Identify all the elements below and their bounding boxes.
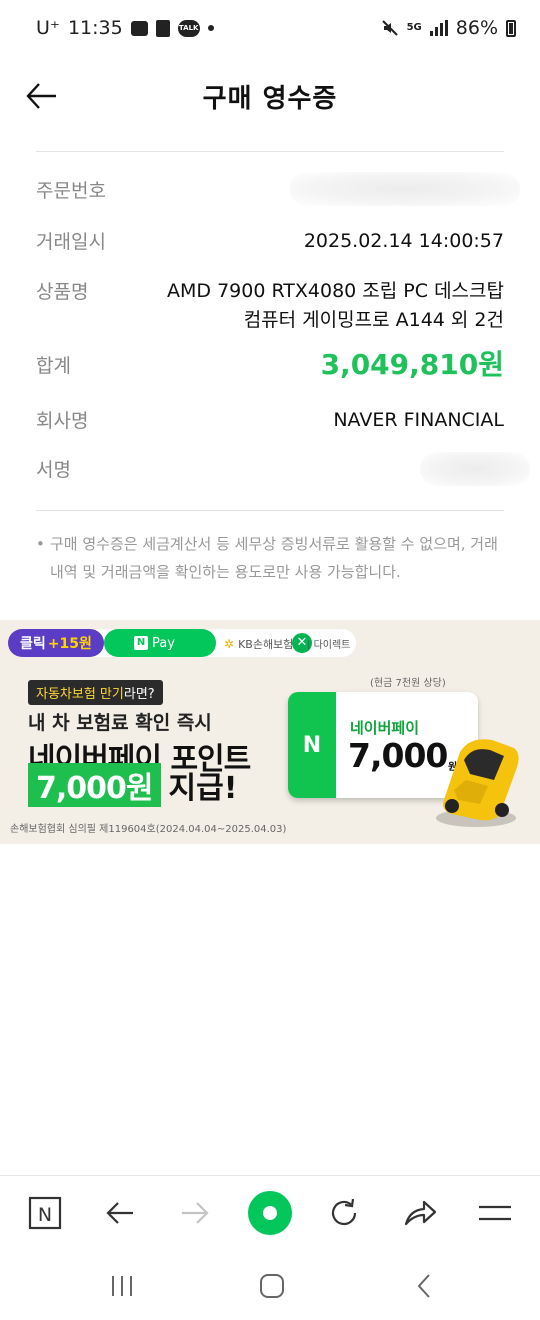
ad-headline-1: 내 차 보험료 확인 즉시	[28, 712, 212, 734]
npay-logo-icon: N	[134, 636, 148, 650]
browser-back-button[interactable]	[96, 1189, 144, 1237]
transaction-date-row: 거래일시 2025.02.14 14:00:57	[36, 227, 504, 256]
refresh-button[interactable]	[320, 1189, 368, 1237]
bookmark-app-icon	[155, 19, 170, 37]
receipt-divider	[36, 510, 504, 511]
click-reward-label: 클릭	[20, 636, 46, 652]
order-number-label: 주문번호	[36, 180, 106, 202]
system-back-button[interactable]	[400, 1266, 448, 1306]
signal-icon	[429, 20, 448, 36]
npay-card-title: 네이버페이	[350, 719, 420, 737]
company-label: 회사명	[36, 410, 89, 432]
naver-home-button[interactable]: N	[21, 1189, 69, 1237]
total-label: 합계	[36, 355, 71, 377]
ad-reward-amount: 7,000원	[28, 763, 161, 807]
mute-icon	[381, 20, 398, 36]
product-name-line-2: 컴퓨터 게이밍프로 A144 외 2건	[243, 309, 504, 331]
transaction-date-value: 2025.02.14 14:00:57	[303, 230, 504, 252]
yellow-car-icon	[436, 739, 519, 827]
ad-expiry-badge-suffix: 라면?	[123, 687, 155, 702]
page-title: 구매 영수증	[202, 84, 338, 114]
kb-star-icon: ✲	[224, 637, 235, 651]
recent-apps-button[interactable]	[98, 1266, 146, 1306]
battery-percent: 86%	[455, 17, 498, 39]
system-navigation-bar	[0, 1252, 540, 1320]
naver-n-icon: N	[28, 1196, 62, 1230]
forward-arrow-icon	[182, 1202, 209, 1224]
ad-headline-3: 7,000원 지급!	[28, 763, 237, 807]
ad-footnote: 손해보험협회 심의필 제119604호(2024.04.04~2025.04.0…	[10, 824, 287, 835]
total-amount: 3,049,810원	[320, 348, 504, 381]
kakaotalk-icon: TALK	[177, 19, 200, 37]
system-home-button[interactable]	[248, 1266, 296, 1306]
insurance-ad-banner[interactable]: 클릭 +15원 N Pay ✕ ✲ KB손해보험 | 다이렉트 자동차보험 만기…	[0, 620, 540, 844]
ad-headline-3-suffix: 지급!	[168, 771, 238, 806]
share-icon	[404, 1200, 437, 1226]
signature-label: 서명	[36, 459, 71, 481]
click-reward-badge: 클릭 +15원	[8, 629, 104, 657]
company-value: NAVER FINANCIAL	[333, 409, 504, 431]
ad-expiry-badge: 자동차보험 만기라면?	[28, 680, 163, 705]
refresh-icon	[331, 1198, 357, 1226]
network-type-label: 5G	[406, 22, 422, 33]
ad-expiry-badge-text: 자동차보험 만기	[36, 687, 124, 702]
signature-redaction	[420, 452, 530, 486]
header-divider	[36, 151, 504, 152]
npay-card-logo-icon: N	[288, 692, 336, 798]
browser-home-button[interactable]	[246, 1189, 294, 1237]
header: 구매 영수증	[0, 56, 540, 136]
kb-insurance-logo: ✲ KB손해보험	[224, 636, 293, 652]
svg-text:N: N	[38, 1204, 52, 1226]
browser-toolbar: N	[0, 1175, 540, 1247]
direct-label: | 다이렉트	[307, 636, 350, 651]
order-number-redaction	[290, 172, 520, 206]
more-notifications-dot-icon	[207, 25, 214, 31]
battery-icon	[506, 19, 516, 37]
notification-app-icon	[130, 20, 148, 36]
product-name-line-1: AMD 7900 RTX4080 조립 PC 데스크탑	[167, 280, 504, 302]
product-name-label: 상품명	[36, 281, 89, 303]
recent-apps-icon	[112, 1276, 132, 1296]
receipt-disclaimer: 구매 영수증은 세금계산서 등 세무상 증빙서류로 활용할 수 없으며, 거래내…	[36, 530, 504, 586]
status-bar: U⁺ 11:35 TALK 5G 86%	[0, 0, 540, 56]
transaction-date-label: 거래일시	[36, 231, 106, 253]
clock: 11:35	[67, 17, 123, 39]
menu-icon	[479, 1205, 511, 1221]
direct-separator: |	[307, 640, 311, 651]
click-reward-amount: +15원	[47, 636, 92, 652]
company-row: 회사명 NAVER FINANCIAL	[36, 406, 504, 435]
home-icon	[260, 1274, 284, 1298]
npay-label: Pay	[152, 635, 175, 651]
back-arrow-icon	[106, 1202, 133, 1224]
direct-text: 다이렉트	[313, 640, 351, 651]
product-name-value: AMD 7900 RTX4080 조립 PC 데스크탑 컴퓨터 게이밍프로 A1…	[146, 277, 504, 335]
total-row: 합계 3,049,810원	[36, 350, 504, 379]
npay-badge: N Pay ✕	[104, 629, 312, 657]
home-green-icon	[248, 1191, 292, 1235]
browser-forward-button[interactable]	[171, 1189, 219, 1237]
menu-button[interactable]	[471, 1189, 519, 1237]
ad-cash-note: (현금 7천원 상당)	[370, 678, 446, 689]
back-icon	[417, 1274, 430, 1298]
product-name-row: 상품명 AMD 7900 RTX4080 조립 PC 데스크탑 컴퓨터 게이밍프…	[36, 277, 504, 335]
carrier-label: U⁺	[36, 17, 60, 39]
kb-insurance-name: KB손해보험	[238, 638, 294, 651]
share-button[interactable]	[396, 1189, 444, 1237]
